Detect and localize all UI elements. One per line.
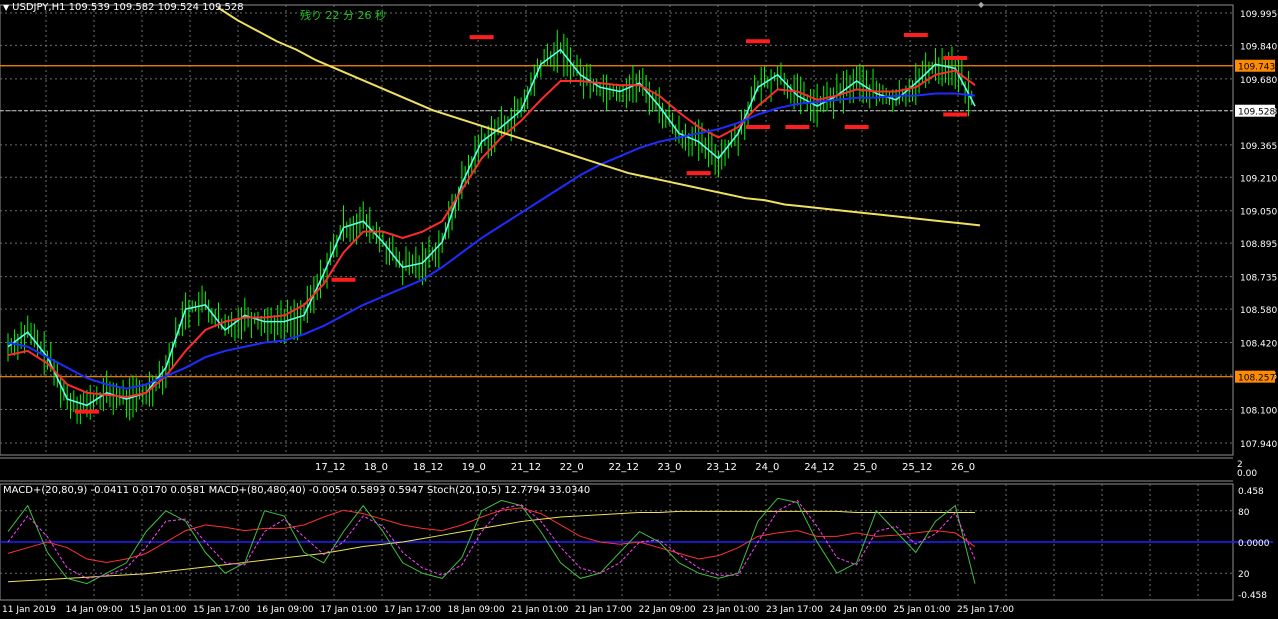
time-axis-label: 14 Jan 09:00 (66, 605, 123, 615)
upper-time-label: 26_0 (951, 462, 975, 473)
price-tick-label: 109.210 (1240, 174, 1277, 184)
price-axis: 109.995 109.840 109.680 109.528 109.365 109.2… (1235, 10, 1277, 450)
indicator-tick-label: 20 (1238, 570, 1250, 580)
time-axis-label: 24 Jan 09:00 (830, 605, 887, 615)
price-tick-label: 108.420 (1240, 340, 1277, 350)
price-tick-label: 109.365 (1240, 142, 1277, 152)
time-axis-label: 21 Jan 17:00 (575, 605, 632, 615)
price-tick-label: 109.050 (1240, 208, 1277, 218)
indicator-tick-label: 0.0000 (1238, 539, 1270, 549)
bottom-time-axis: 11 Jan 2019 14 Jan 09:00 15 Jan 01:00 15 Ja… (2, 605, 1014, 615)
main-chart-grid (0, 4, 1234, 456)
upper-time-label: 23_12 (706, 462, 736, 473)
time-axis-label: 17 Jan 01:00 (320, 605, 377, 615)
time-axis-label: 11 Jan 2019 (2, 605, 56, 615)
time-axis-label: 23 Jan 17:00 (766, 605, 823, 615)
upper-time-label: 17_12 (315, 462, 345, 473)
time-axis-label: 17 Jan 17:00 (384, 605, 441, 615)
level-price-label: 108.257 (1238, 374, 1275, 384)
time-axis-label: 18 Jan 09:00 (448, 605, 505, 615)
chart-shift-handle-icon[interactable]: ◆ (978, 0, 988, 9)
upper-time-label: 24_0 (755, 462, 779, 473)
time-axis-label: 16 Jan 09:00 (257, 605, 314, 615)
upper-time-label: 18_12 (413, 462, 443, 473)
time-axis-label: 15 Jan 01:00 (129, 605, 186, 615)
symbol-header: ▼ USDJPY,H1 109.539 109.582 109.524 109.5… (3, 2, 244, 14)
indicator-tick-label: -0.458 (1238, 591, 1267, 601)
price-tick-label: 108.895 (1240, 240, 1277, 250)
indicator-line (7, 507, 976, 563)
price-tick-label: 108.735 (1240, 274, 1277, 284)
price-tick-label: 107.940 (1240, 440, 1277, 450)
upper-time-label: 22_0 (560, 462, 584, 473)
upper-time-label: 24_12 (804, 462, 834, 473)
symbol-quote-text: USDJPY,H1 109.539 109.582 109.524 109.52… (12, 2, 244, 13)
level-price-label: 109.743 (1238, 63, 1275, 73)
forex-chart-canvas[interactable]: 109.995 109.840 109.680 109.528 109.365 109.2… (0, 0, 1278, 619)
upper-time-label: 25_12 (902, 462, 932, 473)
price-tick-label: 109.995 (1240, 10, 1277, 20)
triangle-down-icon[interactable]: ▼ (3, 3, 9, 12)
secondary-tick-label: 0.00 (1237, 469, 1257, 479)
long_ma-line (217, 6, 981, 227)
upper-time-label: 22_12 (609, 462, 639, 473)
upper-time-label: 19_0 (462, 462, 486, 473)
indicator-tick-label: 0.458 (1238, 487, 1264, 497)
indicator-line (7, 499, 976, 579)
upper-time-axis: 17_12 18_0 18_12 19_0 21_12 22_0 22_12 23_0 23_1… (0, 457, 1257, 482)
upper-time-label: 25_0 (853, 462, 877, 473)
time-axis-label: 15 Jan 17:00 (193, 605, 250, 615)
time-axis-label: 25 Jan 17:00 (957, 605, 1014, 615)
upper-time-label: 21_12 (511, 462, 541, 473)
indicator-axis: 0.458 80 0.0000 20 -0.458 (1238, 487, 1270, 601)
main-panel-border (0, 4, 1234, 456)
price-chart-series (7, 6, 981, 425)
price-tick-label: 108.100 (1240, 407, 1277, 417)
current-price-label: 109.528 (1238, 108, 1275, 118)
price-tick-label: 109.680 (1240, 76, 1277, 86)
time-axis-label: 23 Jan 01:00 (702, 605, 759, 615)
price-tick-label: 108.580 (1240, 306, 1277, 316)
upper-time-label: 18_0 (364, 462, 388, 473)
time-axis-label: 25 Jan 01:00 (893, 605, 950, 615)
time-axis-label: 22 Jan 09:00 (639, 605, 696, 615)
indicator-header: MACD+(20,80,9) -0.0411 0.0170 0.0581 MAC… (3, 485, 591, 496)
bar-countdown-timer: 残り 22 分 26 秒 (300, 9, 386, 22)
time-axis-label: 21 Jan 01:00 (511, 605, 568, 615)
upper-time-label: 23_0 (657, 462, 681, 473)
price-tick-label: 109.840 (1240, 42, 1277, 52)
indicator-tick-label: 80 (1238, 508, 1250, 518)
